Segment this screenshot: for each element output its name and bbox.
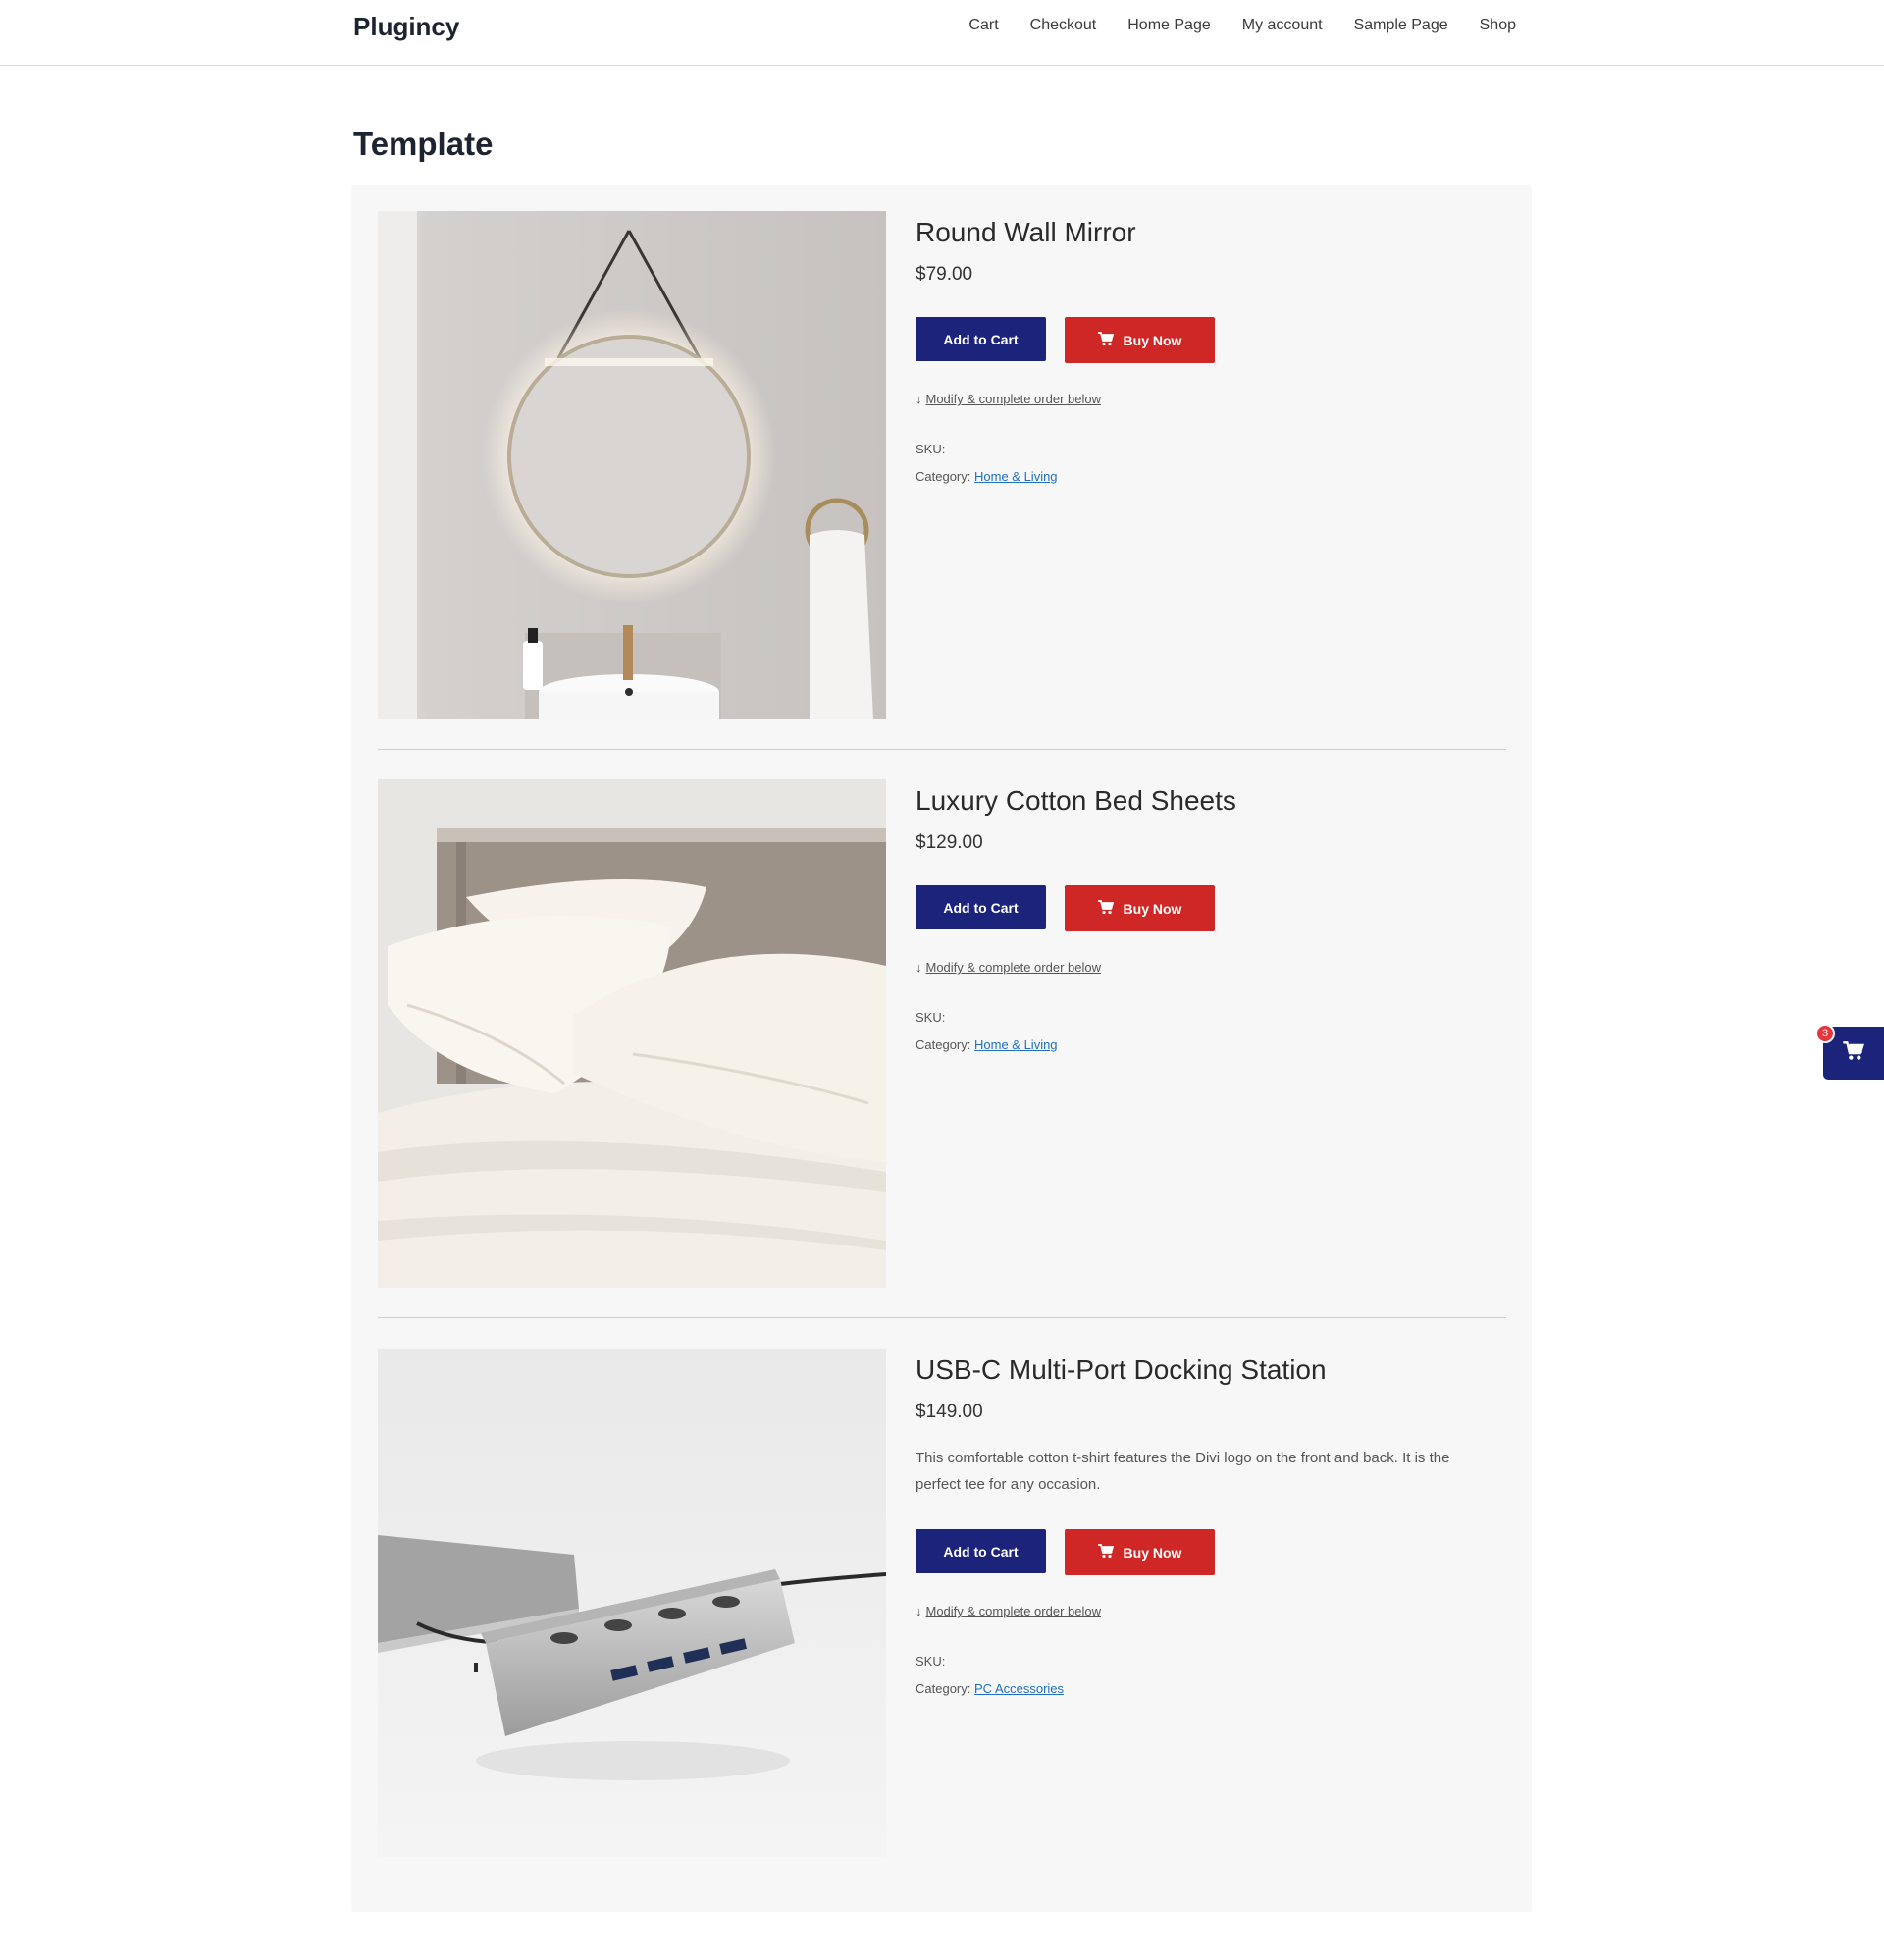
product-actions: Add to Cart Buy Now [916,1529,1504,1575]
category-link[interactable]: Home & Living [974,469,1058,484]
product-description: This comfortable cotton t-shirt features… [916,1450,1450,1493]
category-label: Category: [916,1681,971,1696]
product-divider [378,1317,1506,1318]
nav-shop[interactable]: Shop [1480,17,1516,34]
product-info: Round Wall Mirror $79.00 Add to Cart Buy… [916,211,1504,491]
cart-icon [1097,331,1114,349]
page-title: Template [353,126,494,162]
product-image-bed-sheets[interactable] [378,779,886,1288]
modify-order-label: Modify & complete order below [925,392,1101,406]
buy-now-button[interactable]: Buy Now [1065,885,1215,931]
category-row: Category: Home & Living [916,1032,1504,1059]
nav-home-page[interactable]: Home Page [1127,17,1211,34]
cart-icon [1097,1543,1114,1562]
modify-order-link[interactable]: ↓ Modify & complete order below [916,1604,1504,1618]
arrow-down-icon: ↓ [916,1604,922,1618]
buy-now-label: Buy Now [1123,332,1182,348]
category-row: Category: Home & Living [916,463,1504,491]
product-price: $129.00 [916,832,983,853]
product-price: $149.00 [916,1402,983,1422]
nav-sample-page[interactable]: Sample Page [1354,17,1448,34]
product-info: USB-C Multi-Port Docking Station $149.00… [916,1349,1504,1703]
add-to-cart-button[interactable]: Add to Cart [916,885,1046,929]
nav-cart[interactable]: Cart [968,17,998,34]
product-title[interactable]: USB-C Multi-Port Docking Station [916,1352,1504,1388]
buy-now-button[interactable]: Buy Now [1065,1529,1215,1575]
sku-label: SKU: [916,442,946,456]
product-title[interactable]: Luxury Cotton Bed Sheets [916,783,1504,819]
category-link[interactable]: Home & Living [974,1037,1058,1052]
category-label: Category: [916,1037,971,1052]
modify-order-label: Modify & complete order below [925,1604,1101,1618]
product-actions: Add to Cart Buy Now [916,885,1504,931]
buy-now-button[interactable]: Buy Now [1065,317,1215,363]
cart-count-badge: 3 [1815,1024,1835,1043]
product-info: Luxury Cotton Bed Sheets $129.00 Add to … [916,779,1504,1059]
product-divider [378,749,1506,750]
buy-now-label: Buy Now [1123,900,1182,917]
product-image-docking-station[interactable] [378,1349,886,1857]
modify-order-link[interactable]: ↓ Modify & complete order below [916,960,1504,975]
buy-now-label: Buy Now [1123,1544,1182,1561]
product-actions: Add to Cart Buy Now [916,317,1504,363]
site-logo[interactable]: Plugincy [353,12,459,42]
product-card: Round Wall Mirror $79.00 Add to Cart Buy… [378,211,1506,756]
add-to-cart-button[interactable]: Add to Cart [916,1529,1046,1573]
category-row: Category: PC Accessories [916,1675,1504,1703]
product-image-mirror[interactable] [378,211,886,719]
nav-checkout[interactable]: Checkout [1030,17,1097,34]
category-link[interactable]: PC Accessories [974,1681,1064,1696]
products-container: Round Wall Mirror $79.00 Add to Cart Buy… [351,185,1532,1912]
cart-icon [1097,899,1114,918]
product-card: USB-C Multi-Port Docking Station $149.00… [378,1349,1506,1869]
arrow-down-icon: ↓ [916,960,922,975]
product-meta: SKU: Category: Home & Living [916,436,1504,491]
product-meta: SKU: Category: PC Accessories [916,1648,1504,1703]
product-meta: SKU: Category: Home & Living [916,1004,1504,1059]
modify-order-label: Modify & complete order below [925,960,1101,975]
main-nav: Cart Checkout Home Page My account Sampl… [968,17,1516,34]
nav-my-account[interactable]: My account [1242,17,1323,34]
category-label: Category: [916,469,971,484]
add-to-cart-button[interactable]: Add to Cart [916,317,1046,361]
sku-label: SKU: [916,1654,946,1669]
product-title[interactable]: Round Wall Mirror [916,215,1504,250]
arrow-down-icon: ↓ [916,392,922,406]
sku-label: SKU: [916,1010,946,1025]
product-price: $79.00 [916,264,973,285]
product-card: Luxury Cotton Bed Sheets $129.00 Add to … [378,779,1506,1324]
modify-order-link[interactable]: ↓ Modify & complete order below [916,392,1504,406]
cart-icon [1843,1040,1864,1066]
site-header: Plugincy Cart Checkout Home Page My acco… [0,0,1884,66]
